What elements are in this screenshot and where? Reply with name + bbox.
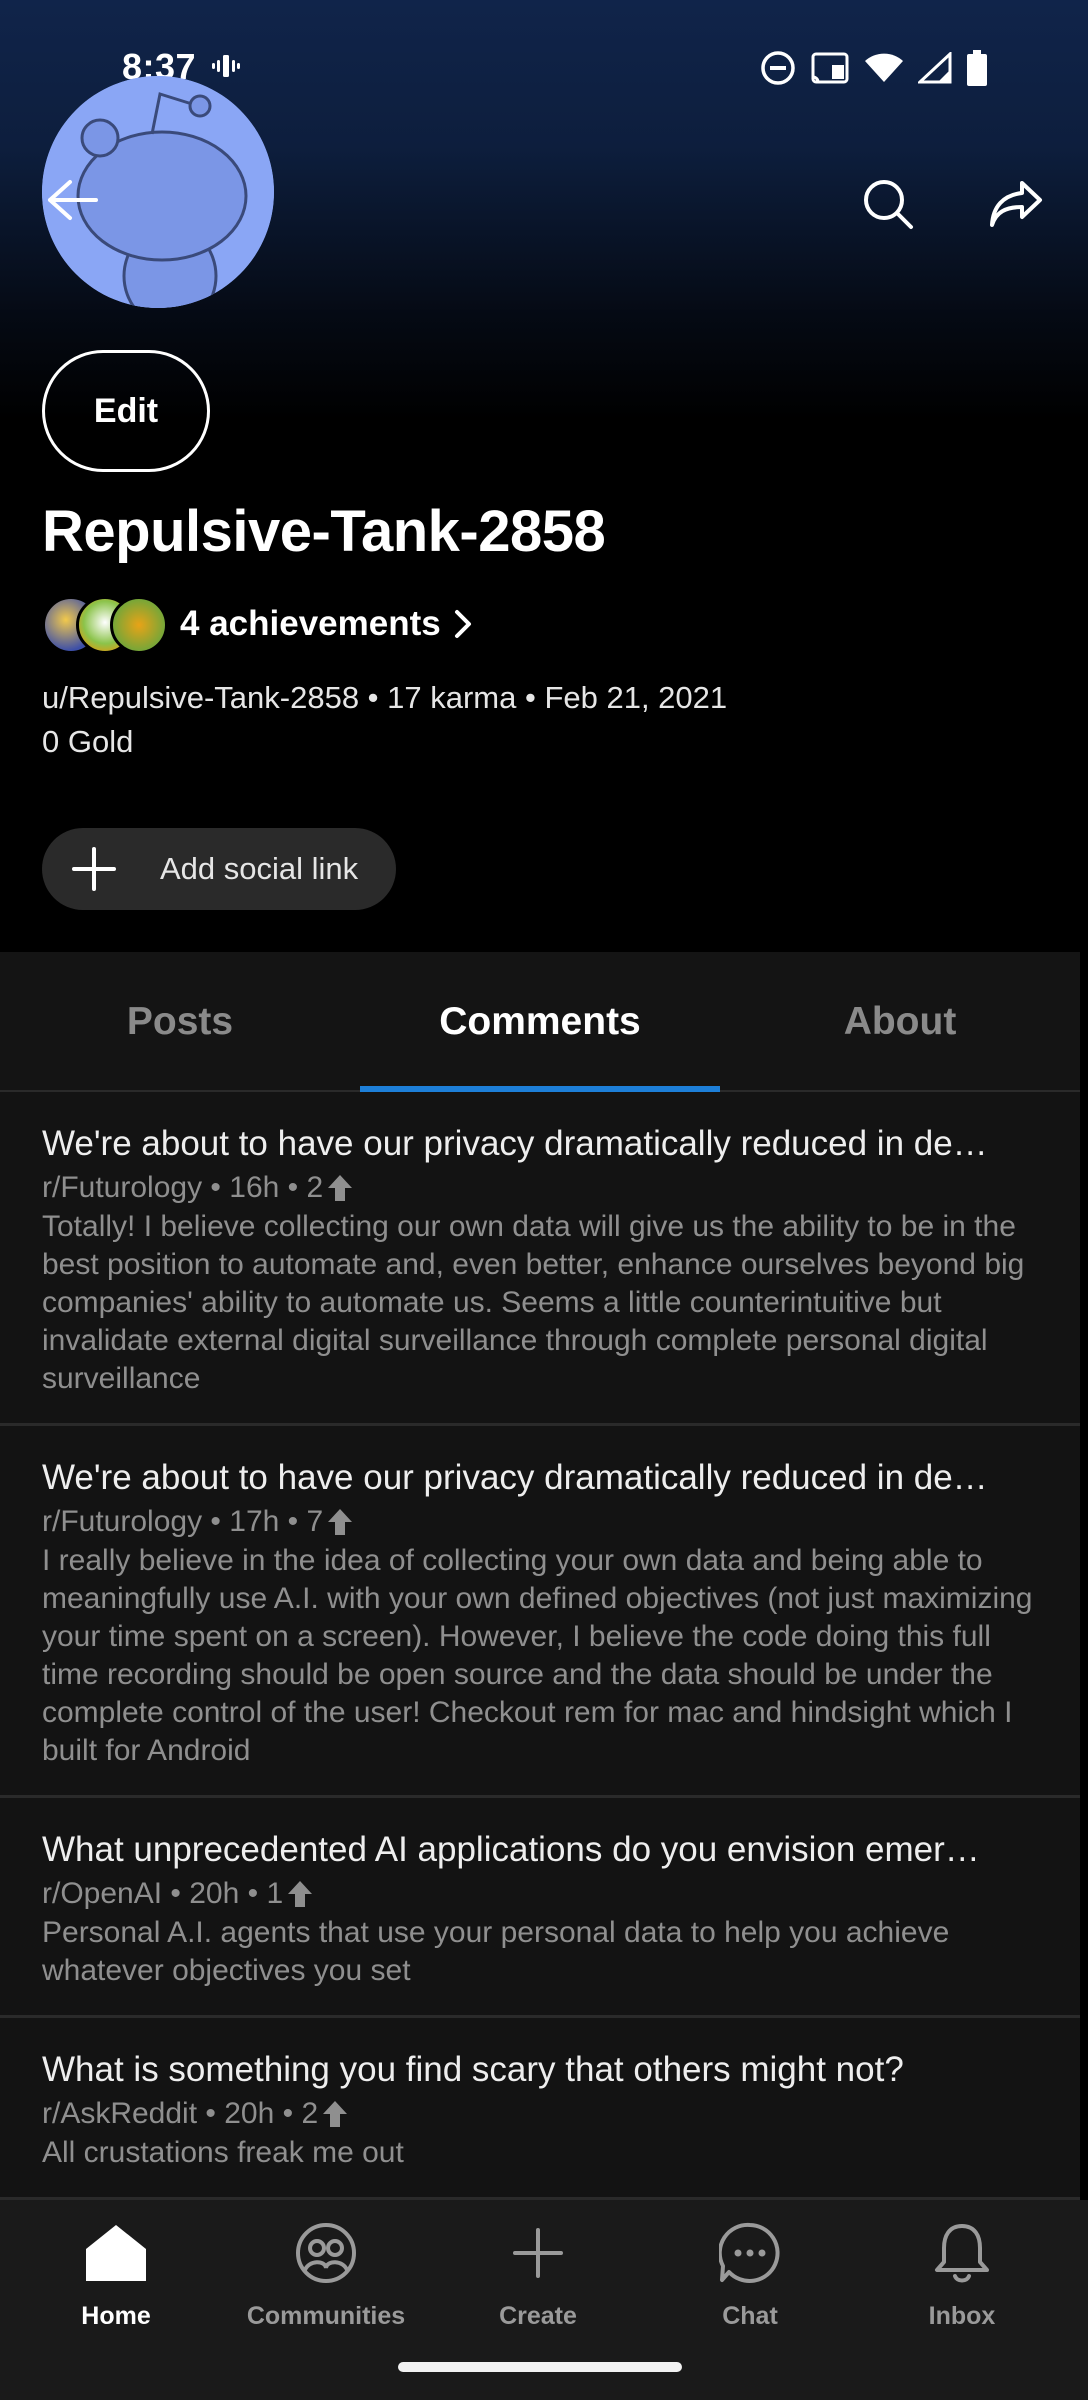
comment-list: We're about to have our privacy dramatic… — [0, 1092, 1080, 2200]
tab-posts[interactable]: Posts — [0, 952, 360, 1092]
achievement-badge-icon — [110, 596, 168, 654]
comment-votes: 2 — [306, 1171, 324, 1204]
comment-votes: 7 — [306, 1505, 324, 1538]
nav-chat-label: Chat — [722, 2302, 778, 2330]
back-button[interactable] — [40, 168, 104, 232]
comment-time: 17h — [229, 1505, 280, 1538]
tab-comments[interactable]: Comments — [360, 952, 720, 1092]
add-social-link-label: Add social link — [160, 851, 359, 886]
upvote-arrow-icon — [287, 1880, 313, 1908]
wifi-icon — [865, 53, 903, 82]
share-icon — [990, 181, 1042, 227]
nav-inbox[interactable]: Inbox — [872, 2218, 1052, 2348]
upvote-arrow-icon — [327, 1174, 353, 1202]
comment-item[interactable]: What is something you find scary that ot… — [0, 2018, 1080, 2200]
search-icon — [864, 180, 913, 229]
nav-communities[interactable]: Communities — [236, 2218, 416, 2348]
profile-username: Repulsive-Tank-2858 — [42, 499, 606, 564]
comment-time: 20h — [224, 2097, 275, 2130]
bell-icon — [927, 2218, 997, 2288]
comment-post-title: What unprecedented AI applications do yo… — [42, 1830, 980, 1869]
meta-separator: • — [202, 1171, 230, 1204]
comment-meta: r/OpenAI • 20h • 1 — [42, 1874, 1038, 1914]
comment-meta: r/Futurology • 17h • 7 — [42, 1502, 1038, 1542]
meta-separator: • — [202, 1505, 230, 1538]
nav-create[interactable]: Create — [448, 2218, 628, 2348]
plus-icon — [503, 2218, 573, 2288]
achievements-link[interactable]: 4 achievements — [42, 592, 473, 656]
profile-tabs: Posts Comments About — [0, 952, 1080, 1092]
achievements-label: 4 achievements — [180, 604, 441, 643]
nav-communities-label: Communities — [246, 2302, 406, 2330]
tab-about[interactable]: About — [720, 952, 1080, 1092]
share-button[interactable] — [980, 168, 1052, 240]
comment-body: Personal A.I. agents that use your perso… — [42, 1916, 950, 1987]
comment-votes: 2 — [301, 2097, 319, 2130]
home-indicator-bar[interactable] — [398, 2362, 682, 2372]
battery-icon — [967, 50, 987, 86]
comment-meta: r/AskReddit • 20h • 2 — [42, 2094, 1038, 2134]
comment-votes: 1 — [266, 1877, 284, 1910]
home-icon — [81, 2218, 151, 2288]
profile-meta: u/Repulsive-Tank-2858 • 17 karma • Feb 2… — [42, 680, 728, 715]
comment-body: Totally! I believe collecting our own da… — [42, 1210, 1025, 1395]
comment-item[interactable]: We're about to have our privacy dramatic… — [0, 1092, 1080, 1426]
meta-separator: • — [279, 1505, 307, 1538]
comment-subreddit[interactable]: r/AskReddit — [42, 2094, 197, 2134]
comment-meta: r/Futurology • 16h • 2 — [42, 1168, 1038, 1208]
meta-separator: • — [274, 2097, 302, 2130]
meta-separator: • — [279, 1171, 307, 1204]
comment-subreddit[interactable]: r/Futurology — [42, 1502, 202, 1542]
comment-post-title: We're about to have our privacy dramatic… — [42, 1458, 988, 1497]
meta-separator: • — [239, 1877, 267, 1910]
comment-post-title: What is something you find scary that ot… — [42, 2050, 904, 2089]
upvote-arrow-icon — [327, 1508, 353, 1536]
add-social-link-button[interactable]: Add social link — [42, 828, 396, 910]
dnd-icon — [761, 51, 795, 85]
chat-icon — [715, 2218, 785, 2288]
arrow-left-icon — [48, 180, 98, 220]
nav-inbox-label: Inbox — [928, 2302, 996, 2330]
edit-profile-button[interactable]: Edit — [42, 350, 210, 472]
nav-home[interactable]: Home — [26, 2218, 206, 2348]
comment-item[interactable]: What unprecedented AI applications do yo… — [0, 1798, 1080, 2018]
comment-body: I really believe in the idea of collecti… — [42, 1544, 1033, 1767]
comment-subreddit[interactable]: r/Futurology — [42, 1168, 202, 1208]
vibrate-icon — [212, 55, 240, 77]
cast-icon — [811, 52, 849, 84]
signal-icon — [918, 52, 952, 84]
comment-subreddit[interactable]: r/OpenAI — [42, 1874, 162, 1914]
communities-icon — [291, 2218, 361, 2288]
upvote-arrow-icon — [322, 2100, 348, 2128]
nav-home-label: Home — [81, 2302, 151, 2330]
search-button[interactable] — [852, 168, 924, 240]
comment-item[interactable]: We're about to have our privacy dramatic… — [0, 1426, 1080, 1798]
nav-create-label: Create — [499, 2302, 577, 2330]
comment-time: 20h — [189, 1877, 240, 1910]
profile-gold: 0 Gold — [42, 724, 134, 759]
meta-separator: • — [197, 2097, 225, 2130]
comment-body: All crustations freak me out — [42, 2136, 404, 2169]
comment-time: 16h — [229, 1171, 280, 1204]
chevron-right-icon — [453, 609, 473, 639]
plus-icon — [72, 847, 144, 891]
nav-chat[interactable]: Chat — [660, 2218, 840, 2348]
achievement-badges — [42, 592, 172, 656]
meta-separator: • — [162, 1877, 190, 1910]
comment-post-title: We're about to have our privacy dramatic… — [42, 1124, 988, 1163]
